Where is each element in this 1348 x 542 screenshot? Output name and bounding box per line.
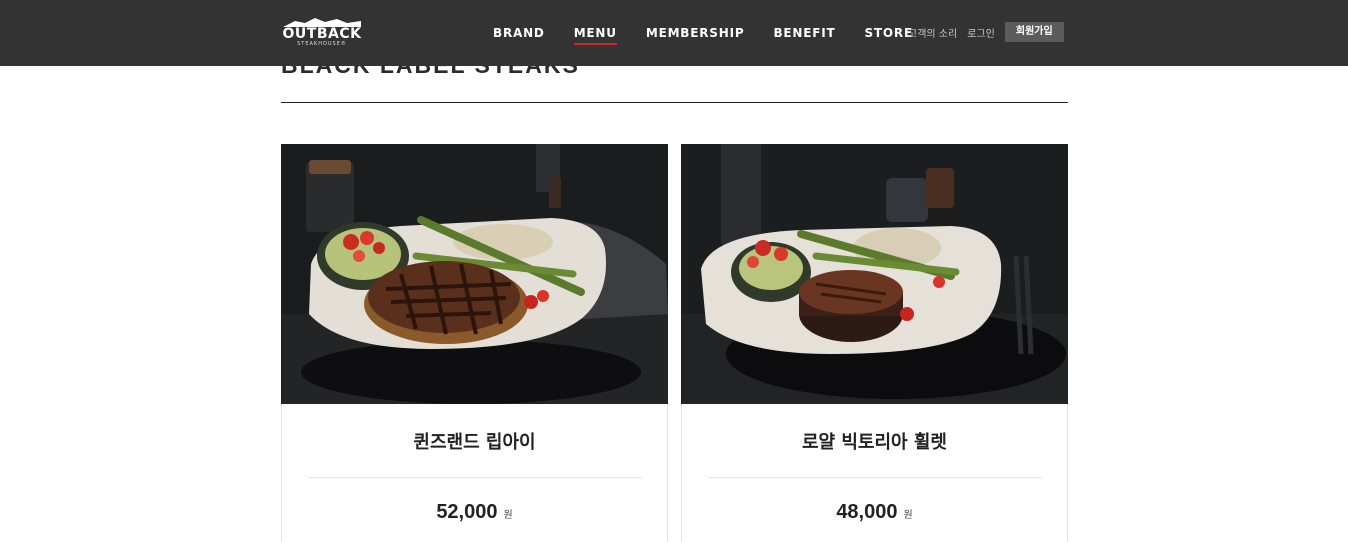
menu-item-name: 퀸즈랜드 립아이 xyxy=(413,432,536,453)
section-divider xyxy=(281,102,1068,103)
login-link[interactable]: 로그인 xyxy=(967,25,995,40)
menu-item-price: 48,000 원 xyxy=(682,501,1067,524)
signup-button[interactable]: 회원가입 xyxy=(1004,22,1064,42)
logo-subtext: STEAKHOUSE® xyxy=(297,41,347,47)
ribeye-steak-plate-image xyxy=(281,144,668,404)
menu-item-price: 52,000 원 xyxy=(282,501,667,524)
utility-menu: 고객의 소리 로그인 회원가입 xyxy=(908,22,1064,42)
main-nav: BRAND MENU MEMBERSHIP BENEFIT STORE xyxy=(493,0,942,66)
fillet-steak-plate-image xyxy=(681,144,1068,404)
nav-menu[interactable]: MENU xyxy=(573,0,617,66)
nav-benefit[interactable]: BENEFIT xyxy=(773,0,835,66)
card-divider xyxy=(707,477,1042,478)
price-value: 52,000 xyxy=(436,501,498,523)
nav-membership[interactable]: MEMBERSHIP xyxy=(646,0,745,66)
price-value: 48,000 xyxy=(836,501,898,523)
logo-wordmark: OUTBACK xyxy=(282,26,362,42)
card-divider xyxy=(307,477,642,478)
price-unit: 원 xyxy=(903,510,913,521)
price-unit: 원 xyxy=(503,510,513,521)
customer-voice-link[interactable]: 고객의 소리 xyxy=(908,25,957,40)
menu-card[interactable]: 퀸즈랜드 립아이 52,000 원 xyxy=(281,144,668,542)
menu-card[interactable]: 로얄 빅토리아 휠렛 48,000 원 xyxy=(681,144,1068,542)
nav-brand[interactable]: BRAND xyxy=(493,0,545,66)
outback-logo[interactable]: OUTBACK STEAKHOUSE® xyxy=(281,17,363,49)
nav-store[interactable]: STORE xyxy=(864,0,912,66)
site-header: OUTBACK STEAKHOUSE® BRAND MENU MEMBERSHI… xyxy=(0,0,1348,66)
menu-item-name: 로얄 빅토리아 휠렛 xyxy=(801,432,947,453)
